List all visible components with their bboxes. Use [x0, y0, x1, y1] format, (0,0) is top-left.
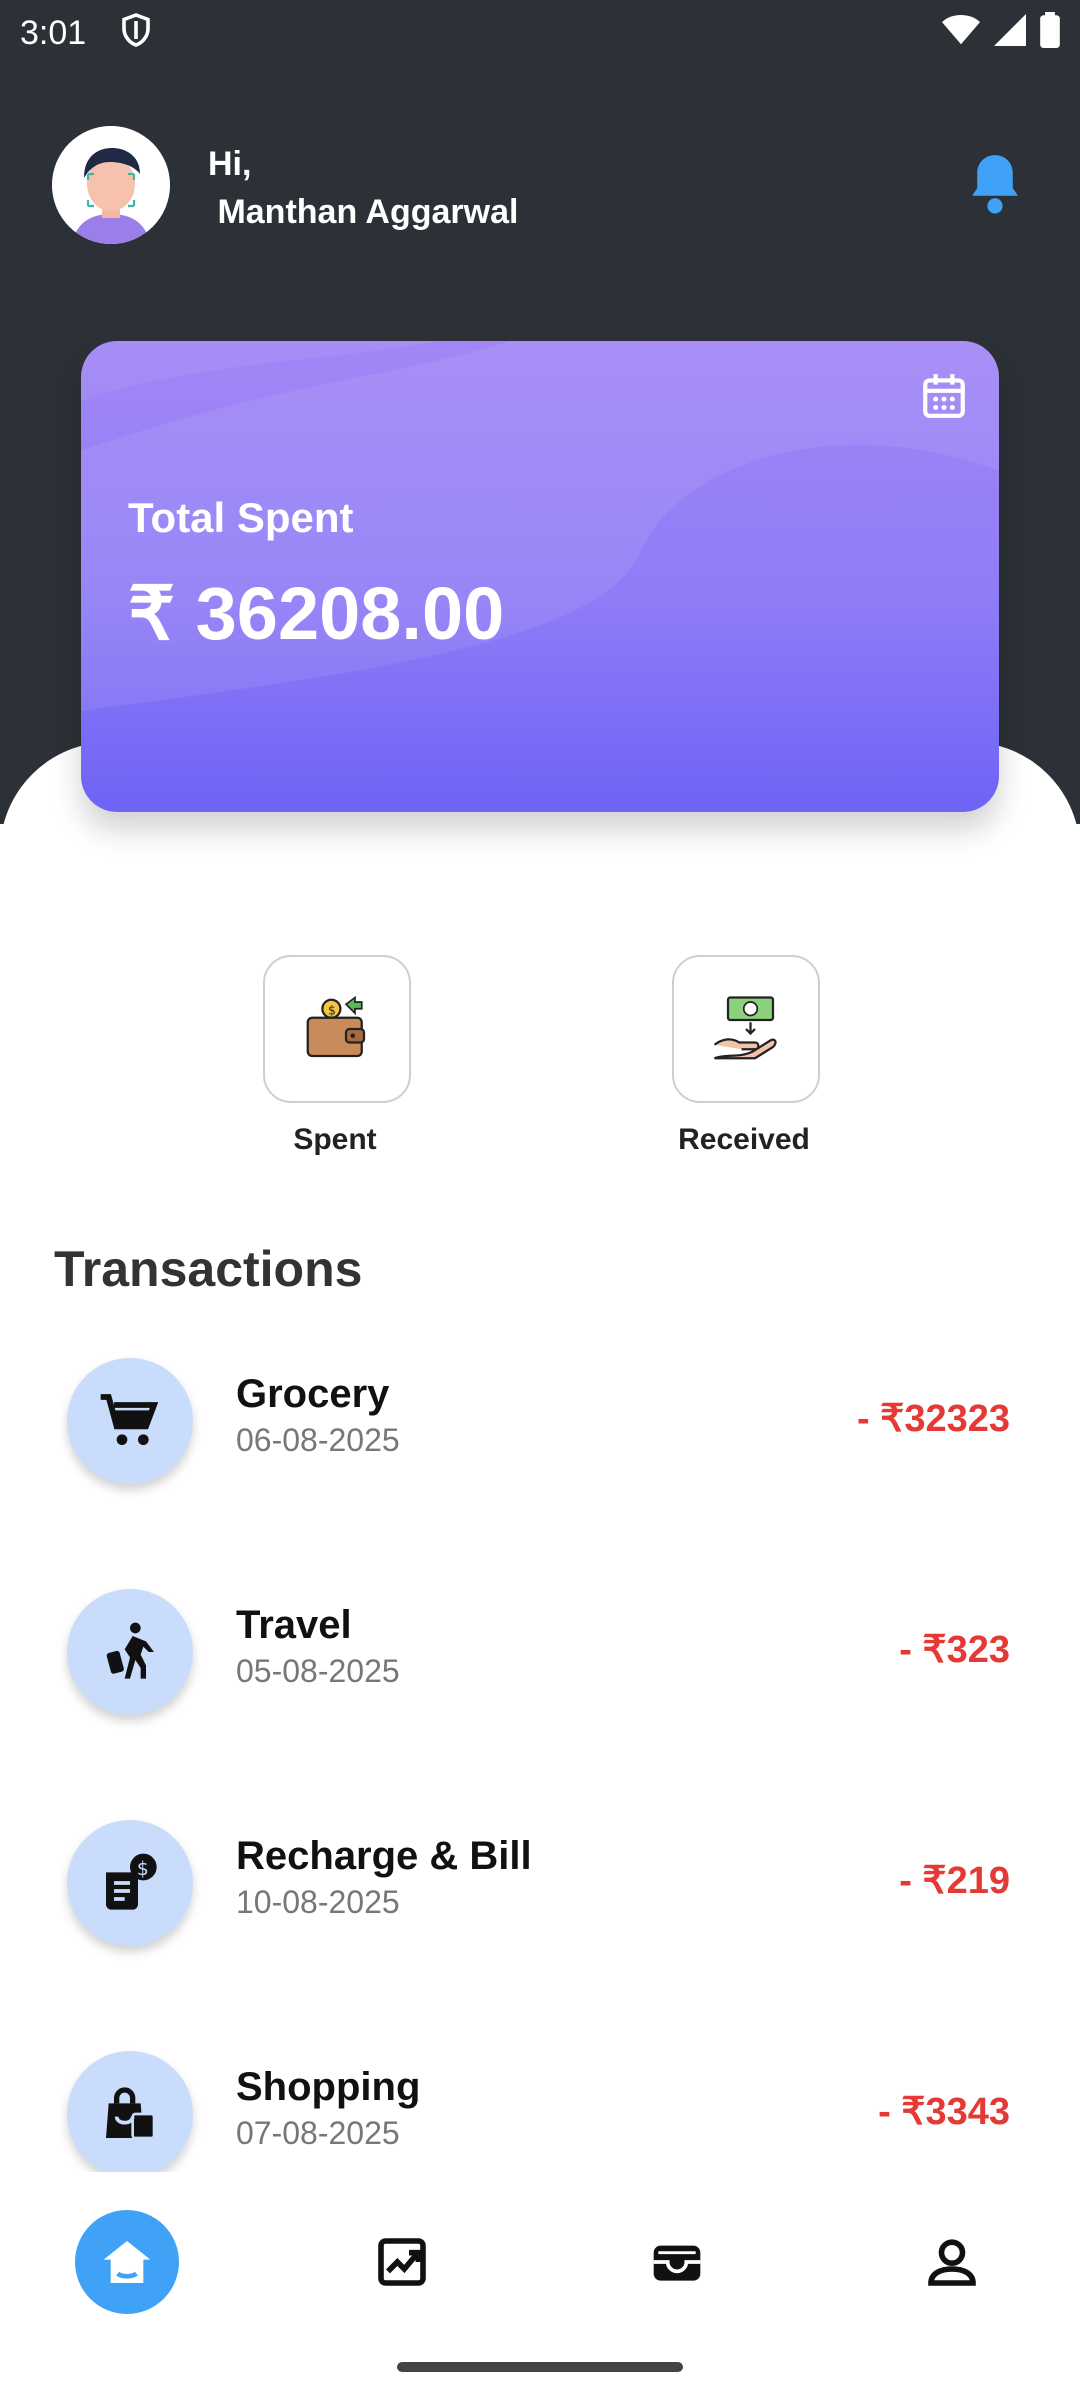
total-spent-card[interactable]: Total Spent ₹ 36208.00 [81, 341, 999, 812]
nav-profile-button[interactable] [924, 2234, 980, 2295]
transaction-row[interactable]: Shopping 07-08-2025 - ₹3343 [0, 2051, 1080, 2191]
profile-icon [928, 2239, 976, 2286]
transaction-amount: - ₹323 [899, 1629, 1010, 1671]
nav-home-button[interactable] [75, 2210, 179, 2314]
chart-icon [378, 2238, 426, 2286]
spent-label: Spent [293, 1123, 377, 1156]
transaction-date: 10-08-2025 [236, 1884, 400, 1920]
wallet-icon: $ [306, 995, 366, 1058]
received-button[interactable] [672, 955, 820, 1103]
bottom-nav [0, 2172, 1080, 2400]
wallet-icon [653, 2245, 701, 2281]
received-label: Received [678, 1123, 810, 1156]
card-title: Total Spent [128, 494, 354, 541]
home-icon [103, 2241, 151, 2283]
status-time: 3:01 [20, 14, 87, 52]
shopping-bag-icon [67, 2051, 193, 2177]
transaction-row[interactable]: $ Recharge & Bill 10-08-2025 - ₹219 [0, 1820, 1080, 1960]
transaction-date: 07-08-2025 [236, 2115, 400, 2151]
wifi-icon [942, 14, 980, 45]
bill-icon: $ [67, 1820, 193, 1946]
avatar[interactable] [52, 126, 170, 244]
receive-money-icon [713, 996, 777, 1060]
transaction-amount: - ₹219 [899, 1860, 1010, 1902]
traveler-icon [67, 1589, 193, 1715]
transaction-date: 06-08-2025 [236, 1422, 400, 1458]
shield-icon [118, 12, 154, 53]
transaction-amount: - ₹3343 [878, 2091, 1010, 2133]
signal-icon [994, 14, 1026, 46]
greeting: Hi, Manthan Aggarwal [208, 140, 518, 236]
transaction-name: Travel [236, 1603, 352, 1647]
transaction-row[interactable]: Travel 05-08-2025 - ₹323 [0, 1589, 1080, 1729]
user-name: Manthan Aggarwal [217, 193, 519, 231]
transaction-name: Shopping [236, 2065, 421, 2109]
greeting-hi: Hi, [208, 145, 252, 183]
home-indicator[interactable] [397, 2362, 683, 2372]
svg-text:$: $ [328, 1003, 336, 1017]
status-icons [942, 12, 1060, 48]
transaction-name: Grocery [236, 1372, 390, 1416]
transaction-amount: - ₹32323 [856, 1398, 1010, 1440]
nav-wallet-button[interactable] [648, 2234, 706, 2295]
transaction-date: 05-08-2025 [236, 1653, 400, 1689]
spent-button[interactable]: $ [263, 955, 411, 1103]
nav-analytics-button[interactable] [374, 2234, 430, 2295]
calendar-icon[interactable] [919, 369, 969, 426]
transaction-name: Recharge & Bill [236, 1834, 532, 1878]
bell-icon[interactable] [964, 150, 1026, 221]
cart-icon [67, 1358, 193, 1484]
battery-icon [1040, 12, 1060, 48]
total-amount: ₹ 36208.00 [128, 572, 505, 655]
transactions-title: Transactions [54, 1241, 363, 1297]
svg-text:$: $ [137, 1859, 149, 1880]
status-bar: 3:01 [0, 0, 1080, 64]
transaction-row[interactable]: Grocery 06-08-2025 - ₹32323 [0, 1358, 1080, 1498]
